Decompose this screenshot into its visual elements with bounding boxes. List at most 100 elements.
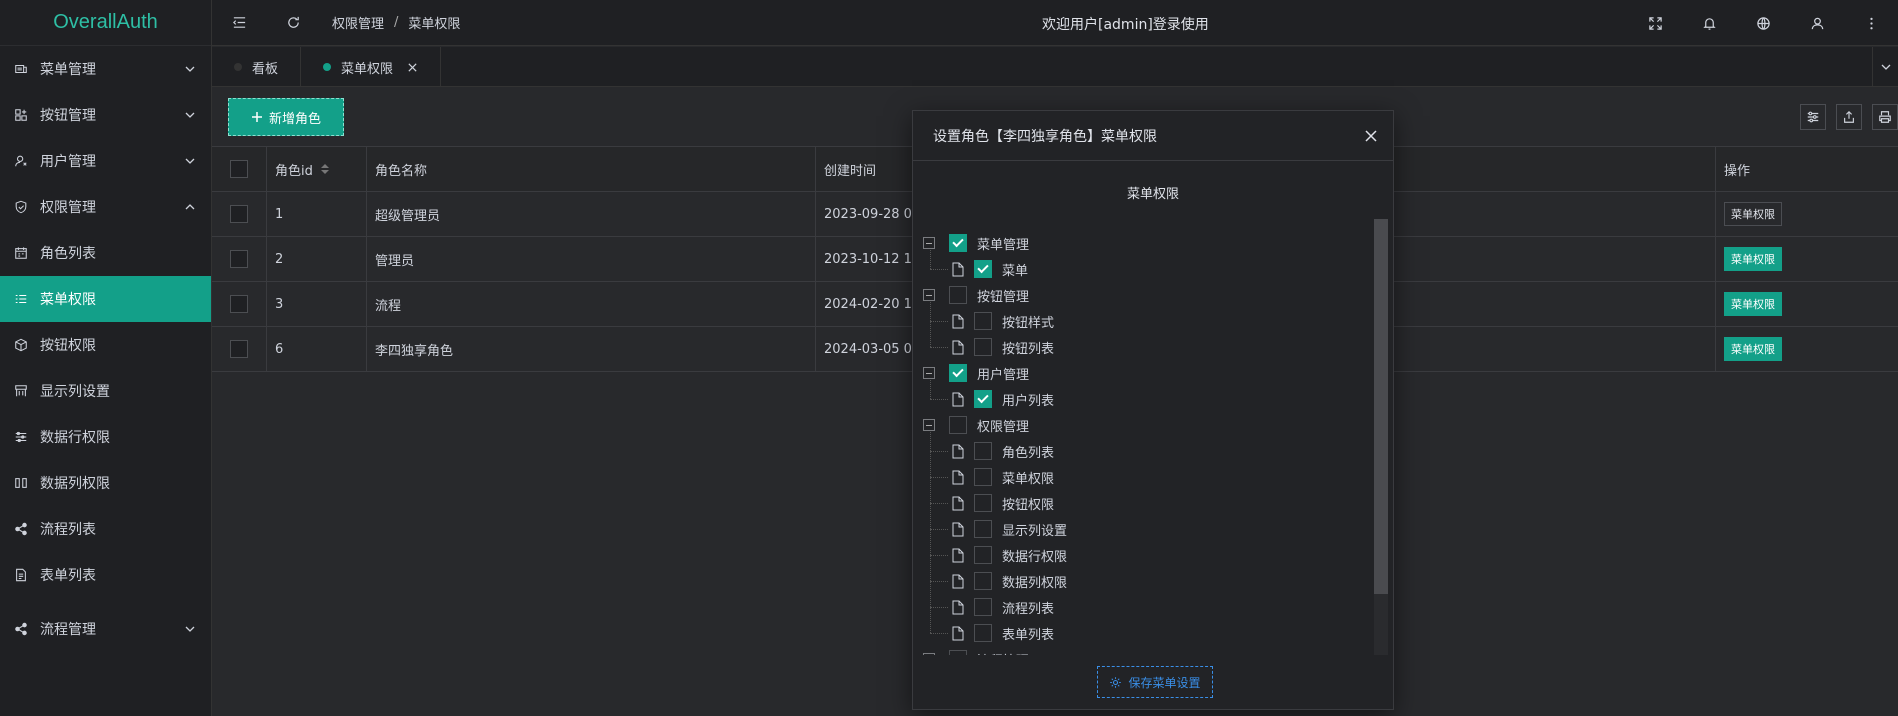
tree-node-label: 角色列表 bbox=[1002, 445, 1055, 461]
export-button[interactable] bbox=[1836, 104, 1862, 130]
tree-node-leaf[interactable]: 数据行权限 bbox=[952, 542, 1067, 568]
sidebar-item-3[interactable]: 用户管理 bbox=[0, 138, 211, 184]
sidebar-item-13[interactable]: 流程管理 bbox=[0, 606, 211, 652]
tree-node-leaf[interactable]: 数据列权限 bbox=[952, 568, 1067, 594]
tree-checkbox[interactable] bbox=[974, 572, 992, 590]
menu-permission-button[interactable]: 菜单权限 bbox=[1724, 292, 1782, 316]
user-icon bbox=[14, 154, 28, 168]
cell-id: 6 bbox=[267, 327, 367, 371]
tree-node-group[interactable]: 用户管理 bbox=[923, 360, 1029, 386]
close-icon[interactable] bbox=[1363, 128, 1379, 144]
tab-dashboard[interactable]: 看板 bbox=[212, 47, 302, 87]
tree-node-group[interactable]: 权限管理 bbox=[923, 412, 1029, 438]
tree-checkbox[interactable] bbox=[974, 468, 992, 486]
save-menu-settings-button[interactable]: 保存菜单设置 bbox=[1097, 666, 1213, 698]
row-checkbox[interactable] bbox=[230, 340, 248, 358]
collapse-icon bbox=[232, 17, 245, 28]
sidebar-item-8[interactable]: 显示列设置 bbox=[0, 368, 211, 414]
collapse-sidebar-button[interactable] bbox=[212, 0, 266, 46]
sidebar-item-2[interactable]: 按钮管理 bbox=[0, 92, 211, 138]
cell-name: 超级管理员 bbox=[367, 192, 816, 236]
row-checkbox[interactable] bbox=[230, 205, 248, 223]
tree-node-leaf[interactable]: 表单列表 bbox=[952, 620, 1054, 646]
language-button[interactable] bbox=[1736, 0, 1790, 46]
sidebar-item-4[interactable]: 权限管理 bbox=[0, 184, 211, 230]
menu-permission-button[interactable]: 菜单权限 bbox=[1724, 247, 1782, 271]
tree-checkbox[interactable] bbox=[974, 546, 992, 564]
tree-node-leaf[interactable]: 菜单 bbox=[952, 256, 1028, 282]
sidebar-item-6[interactable]: 菜单权限 bbox=[0, 276, 211, 322]
sidebar-item-10[interactable]: 数据列权限 bbox=[0, 460, 211, 506]
row-checkbox[interactable] bbox=[230, 295, 248, 313]
tree-checkbox[interactable] bbox=[949, 364, 967, 382]
tree-node-leaf[interactable]: 菜单权限 bbox=[952, 464, 1054, 490]
collapse-toggle-icon[interactable] bbox=[923, 289, 935, 301]
sidebar-item-9[interactable]: 数据行权限 bbox=[0, 414, 211, 460]
tree-node-leaf[interactable]: 角色列表 bbox=[952, 438, 1054, 464]
menu-permission-button[interactable]: 菜单权限 bbox=[1724, 337, 1782, 361]
tree-checkbox[interactable] bbox=[974, 390, 992, 408]
menu-permission-dialog: 设置角色【李四独享角色】菜单权限 菜单权限 菜单管理 菜单 按钮管理 按钮样式 按钮列表… bbox=[912, 110, 1394, 710]
collapse-toggle-icon[interactable] bbox=[923, 653, 935, 655]
sort-icon[interactable] bbox=[320, 164, 329, 174]
breadcrumb-item-permission[interactable]: 权限管理 bbox=[332, 13, 384, 32]
more-button[interactable] bbox=[1844, 0, 1898, 46]
dialog-title: 设置角色【李四独享角色】菜单权限 bbox=[933, 128, 1157, 145]
sidebar-item-11[interactable]: 流程列表 bbox=[0, 506, 211, 552]
tree-checkbox[interactable] bbox=[974, 520, 992, 538]
sidebar-item-5[interactable]: 角色列表 bbox=[0, 230, 211, 276]
tree-node-leaf[interactable]: 显示列设置 bbox=[952, 516, 1067, 542]
tree-node-group[interactable]: 按钮管理 bbox=[923, 282, 1029, 308]
tree-node-label: 流程管理 bbox=[977, 650, 1029, 656]
tree-node-leaf[interactable]: 按钮列表 bbox=[952, 334, 1054, 360]
refresh-button[interactable] bbox=[266, 0, 320, 46]
close-icon[interactable] bbox=[407, 62, 418, 73]
tab-dropdown-button[interactable] bbox=[1872, 47, 1898, 87]
notification-button[interactable] bbox=[1682, 0, 1736, 46]
tree-scrollbar-thumb[interactable] bbox=[1374, 219, 1388, 594]
tree-node-leaf[interactable]: 流程列表 bbox=[952, 594, 1054, 620]
tree-connector bbox=[930, 503, 948, 504]
sidebar-item-7[interactable]: 按钮权限 bbox=[0, 322, 211, 368]
tree-connector bbox=[930, 269, 948, 270]
chevron-down-icon bbox=[185, 112, 195, 118]
tree-node-leaf[interactable]: 按钮样式 bbox=[952, 308, 1054, 334]
collapse-toggle-icon[interactable] bbox=[923, 237, 935, 249]
chevron-down-icon bbox=[1881, 64, 1890, 70]
print-button[interactable] bbox=[1872, 104, 1898, 130]
tree-checkbox[interactable] bbox=[974, 598, 992, 616]
column-header-label: 创建时间 bbox=[824, 163, 877, 179]
tree-checkbox[interactable] bbox=[949, 286, 967, 304]
tree-checkbox[interactable] bbox=[949, 234, 967, 252]
sidebar-item-12[interactable]: 表单列表 bbox=[0, 552, 211, 598]
tree-checkbox[interactable] bbox=[974, 260, 992, 278]
tree-checkbox[interactable] bbox=[974, 442, 992, 460]
file-icon bbox=[952, 392, 964, 407]
column-header-id[interactable]: 角色id bbox=[267, 147, 367, 191]
row-select-cell bbox=[212, 327, 267, 371]
tab-menu-permission[interactable]: 菜单权限 bbox=[301, 47, 442, 87]
tree-node-leaf[interactable]: 按钮权限 bbox=[952, 490, 1054, 516]
user-profile-button[interactable] bbox=[1790, 0, 1844, 46]
tree-checkbox[interactable] bbox=[974, 494, 992, 512]
tree-node-group[interactable]: 菜单管理 bbox=[923, 230, 1029, 256]
tree-node-leaf[interactable]: 用户列表 bbox=[952, 386, 1054, 412]
cell-name: 管理员 bbox=[367, 237, 816, 281]
sidebar-item-1[interactable]: 菜单管理 bbox=[0, 46, 211, 92]
tree-node-group[interactable]: 流程管理 bbox=[923, 646, 1029, 655]
row-checkbox[interactable] bbox=[230, 250, 248, 268]
filter-columns-button[interactable] bbox=[1800, 104, 1826, 130]
tree-checkbox[interactable] bbox=[949, 416, 967, 434]
collapse-toggle-icon[interactable] bbox=[923, 419, 935, 431]
select-all-checkbox[interactable] bbox=[230, 160, 248, 178]
tree-checkbox[interactable] bbox=[974, 338, 992, 356]
fullscreen-button[interactable] bbox=[1628, 0, 1682, 46]
tree-node-label: 数据列权限 bbox=[1002, 575, 1068, 591]
tree-checkbox[interactable] bbox=[949, 650, 967, 655]
add-role-button[interactable]: 新增角色 bbox=[228, 98, 344, 136]
tree-checkbox[interactable] bbox=[974, 312, 992, 330]
collapse-toggle-icon[interactable] bbox=[923, 367, 935, 379]
tree-checkbox[interactable] bbox=[974, 624, 992, 642]
menu-permission-button[interactable]: 菜单权限 bbox=[1724, 202, 1782, 226]
tree-connector bbox=[930, 581, 948, 582]
